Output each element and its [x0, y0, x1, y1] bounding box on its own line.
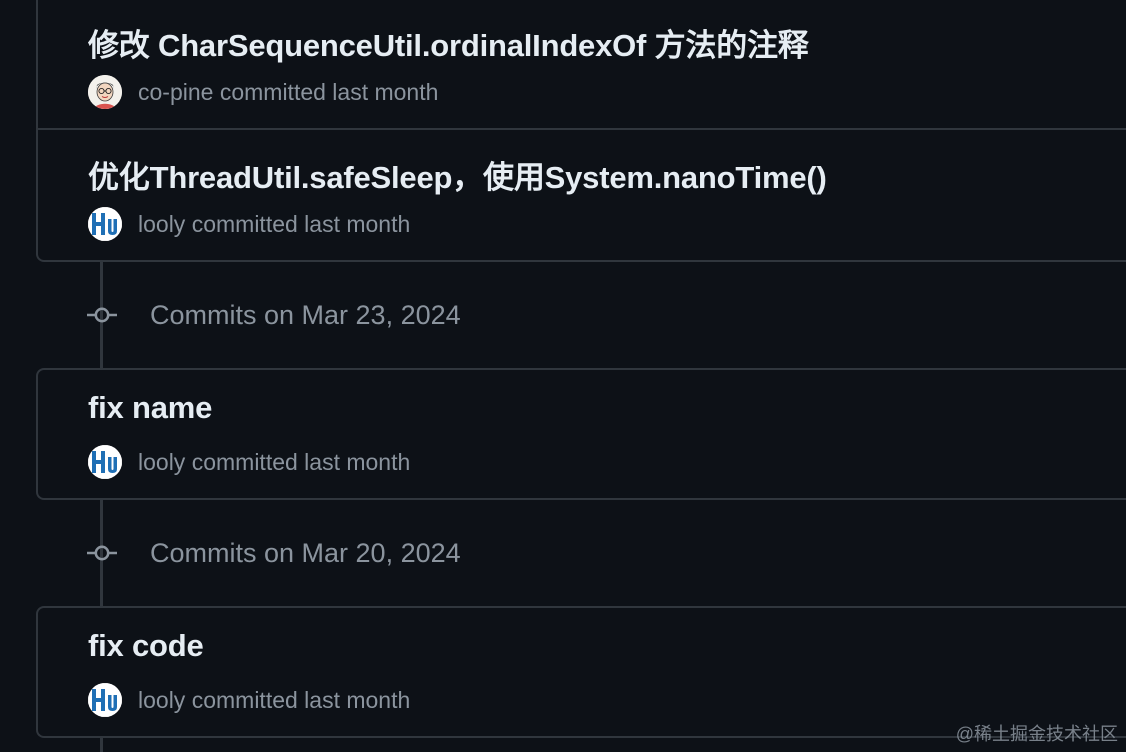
commit-action: committed last month — [191, 448, 411, 475]
commit-row: fix name looly committed last month — [38, 368, 1126, 498]
user-avatar-looly[interactable] — [88, 445, 122, 479]
commit-date-header: Commits on Mar 23, 2024 — [86, 297, 461, 333]
commit-meta: looly committed last month — [88, 206, 410, 242]
watermark: @稀土掘金技术社区 — [955, 724, 1118, 744]
commit-date-label: Commits on Mar 20, 2024 — [150, 537, 461, 568]
commit-meta: co-pine committed last month — [88, 74, 438, 110]
commit-date-label: Commits on Mar 23, 2024 — [150, 299, 461, 330]
commit-history-page: 修改 CharSequenceUtil.ordinalIndexOf 方法的注释… — [0, 0, 1126, 752]
commit-title-link[interactable]: 优化ThreadUtil.safeSleep，使用System.nanoTime… — [88, 152, 827, 197]
commit-group-box: 修改 CharSequenceUtil.ordinalIndexOf 方法的注释… — [36, 0, 1126, 262]
user-avatar-looly[interactable] — [88, 207, 122, 241]
commit-author-link[interactable]: co-pine — [138, 79, 213, 105]
commit-date-header: Commits on Mar 20, 2024 — [86, 535, 461, 571]
commit-title-link[interactable]: fix code — [88, 628, 204, 664]
commit-group-box: fix code looly committed last month — [36, 606, 1126, 738]
git-commit-icon — [87, 307, 117, 323]
commit-meta-text: looly committed last month — [138, 211, 410, 238]
commit-title-link[interactable]: fix name — [88, 390, 212, 426]
commit-author-link[interactable]: looly — [138, 687, 185, 713]
commit-row: 优化ThreadUtil.safeSleep，使用System.nanoTime… — [38, 128, 1126, 258]
commit-meta: looly committed last month — [88, 444, 410, 480]
commit-group-box: fix name looly committed last month — [36, 368, 1126, 500]
user-avatar-looly[interactable] — [88, 683, 122, 717]
user-avatar-co-pine[interactable] — [88, 75, 122, 109]
commit-action: committed last month — [191, 210, 411, 237]
commit-meta-text: co-pine committed last month — [138, 79, 438, 106]
commit-meta-text: looly committed last month — [138, 687, 410, 714]
commit-row: 修改 CharSequenceUtil.ordinalIndexOf 方法的注释… — [38, 0, 1126, 128]
commit-title-link[interactable]: 修改 CharSequenceUtil.ordinalIndexOf 方法的注释 — [88, 20, 809, 65]
commit-author-link[interactable]: looly — [138, 211, 185, 237]
commit-meta-text: looly committed last month — [138, 449, 410, 476]
commit-action: committed last month — [219, 78, 439, 105]
commit-meta: looly committed last month — [88, 682, 410, 718]
commit-author-link[interactable]: looly — [138, 449, 185, 475]
commit-row: fix code looly committed last month — [38, 606, 1126, 736]
timeline-connector — [100, 736, 103, 752]
git-commit-icon — [87, 545, 117, 561]
commit-action: committed last month — [191, 686, 411, 713]
